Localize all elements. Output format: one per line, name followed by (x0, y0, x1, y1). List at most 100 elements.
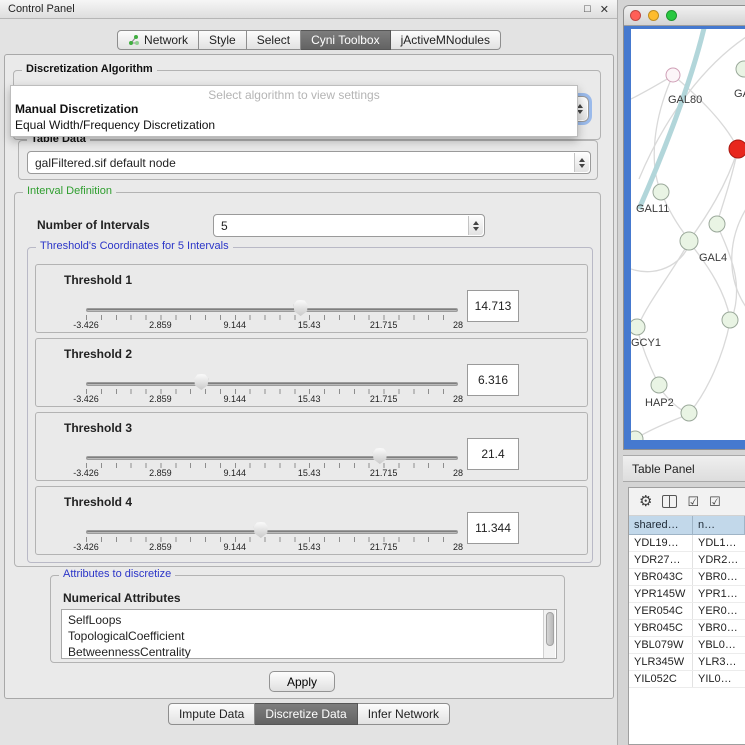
table-row[interactable]: YBR045CYBR0… (629, 620, 745, 637)
network-node[interactable] (666, 68, 680, 82)
slider-track[interactable] (86, 530, 458, 534)
popup-option-manual-discretization[interactable]: Manual Discretization (11, 101, 577, 117)
scrollbar-thumb[interactable] (546, 612, 554, 646)
close-icon[interactable]: ✕ (600, 3, 609, 16)
threshold-3-panel: Threshold 3 -3.4262.8599.14415.4321.7152… (35, 412, 588, 481)
threshold-1-slider[interactable]: -3.4262.8599.14415.4321.71528 (86, 295, 458, 333)
float-window-icon[interactable]: □ (584, 3, 591, 15)
threshold-4-slider[interactable]: -3.4262.8599.14415.4321.71528 (86, 517, 458, 555)
attribute-list-item[interactable]: SelfLoops (68, 612, 542, 628)
apply-button[interactable]: Apply (269, 671, 335, 692)
network-node[interactable] (736, 61, 745, 77)
scale-label: 9.144 (224, 468, 247, 478)
threshold-value-field[interactable]: 21.4 (467, 438, 519, 470)
num-intervals-label: Number of Intervals (37, 218, 150, 232)
network-node[interactable] (681, 405, 697, 421)
network-node[interactable] (631, 431, 643, 440)
select-all-checkbox-icon[interactable]: ☑ (687, 495, 699, 508)
tab-label: Network (144, 33, 188, 47)
scale-label: -3.426 (73, 320, 99, 330)
network-node[interactable] (631, 319, 645, 335)
table-cell: YIL052C (629, 671, 693, 687)
tab-style[interactable]: Style (199, 30, 247, 50)
table-row[interactable]: YDR27…YDR2… (629, 552, 745, 569)
node-label: GAL11 (636, 203, 669, 215)
combo-stepper-icon[interactable] (468, 216, 483, 235)
threshold-value-field[interactable]: 6.316 (467, 364, 519, 396)
popup-option-equal-width-frequency[interactable]: Equal Width/Frequency Discretization (11, 117, 577, 133)
tab-label: Impute Data (179, 707, 244, 721)
threshold-1-panel: Threshold 1 -3.4262.8599.14415.4321.7152… (35, 264, 588, 333)
table-row[interactable]: YBR043CYBR0… (629, 569, 745, 586)
attributes-listbox[interactable]: SelfLoopsTopologicalCoefficientBetweenne… (61, 609, 557, 659)
network-canvas[interactable]: GAL80 GA GAL11 GAL4 GCY1 HAP2 (631, 29, 745, 440)
slider-thumb[interactable] (373, 448, 387, 464)
threshold-4-panel: Threshold 4 -3.4262.8599.14415.4321.7152… (35, 486, 588, 555)
combo-value: 5 (221, 219, 228, 233)
group-title: Discretization Algorithm (22, 63, 157, 75)
tab-jactivemnodules[interactable]: jActiveMNodules (391, 30, 501, 50)
top-tab-bar: Network Style Select Cyni Toolbox jActiv… (0, 30, 618, 50)
network-node[interactable] (680, 232, 698, 250)
network-node[interactable] (653, 184, 669, 200)
scale-label: 21.715 (370, 468, 398, 478)
threshold-label: Threshold 2 (64, 347, 132, 361)
tab-cyni-toolbox[interactable]: Cyni Toolbox (301, 30, 390, 50)
thick-edge[interactable] (639, 29, 705, 209)
attribute-list-item[interactable]: TopologicalCoefficient (68, 628, 542, 644)
slider-thumb[interactable] (254, 522, 268, 538)
threshold-value-field[interactable]: 11.344 (467, 512, 519, 544)
scale-label: 2.859 (149, 394, 172, 404)
tab-label: Select (257, 33, 290, 47)
network-node[interactable] (709, 216, 725, 232)
slider-track[interactable] (86, 456, 458, 460)
network-node[interactable] (722, 312, 738, 328)
gear-icon[interactable]: ⚙ (639, 494, 652, 509)
slider-track[interactable] (86, 382, 458, 386)
threshold-3-slider[interactable]: -3.4262.8599.14415.4321.71528 (86, 443, 458, 481)
combo-stepper-icon[interactable] (574, 153, 589, 172)
table-row[interactable]: YER054CYER0… (629, 603, 745, 620)
scale-label: -3.426 (73, 542, 99, 552)
tab-discretize-data[interactable]: Discretize Data (255, 703, 357, 725)
table-row[interactable]: YLR345WYLR3… (629, 654, 745, 671)
table-row[interactable]: YIL052CYIL0… (629, 671, 745, 688)
table-row[interactable]: YPR145WYPR1… (629, 586, 745, 603)
zoom-traffic-light-icon[interactable] (666, 10, 677, 21)
table-row[interactable]: YBL079WYBL0… (629, 637, 745, 654)
close-traffic-light-icon[interactable] (630, 10, 641, 21)
slider-thumb[interactable] (194, 374, 208, 390)
combo-value: galFiltered.sif default node (35, 156, 176, 170)
scale-label: 9.144 (224, 394, 247, 404)
group-title: Threshold's Coordinates for 5 Intervals (36, 240, 233, 252)
threshold-value-field[interactable]: 14.713 (467, 290, 519, 322)
network-window-titlebar (624, 6, 745, 26)
tab-infer-network[interactable]: Infer Network (358, 703, 450, 725)
attributes-scrollbar[interactable] (543, 610, 555, 658)
table-cell: YLR345W (629, 654, 693, 670)
network-graph: GAL80 GA GAL11 GAL4 GCY1 HAP2 (631, 29, 745, 440)
interval-definition-group: Interval Definition Number of Intervals … (14, 192, 601, 567)
network-node[interactable] (651, 377, 667, 393)
cyni-toolbox-panel: Discretization Algorithm Select algorith… (4, 54, 614, 699)
tab-network[interactable]: Network (117, 30, 199, 50)
minimize-traffic-light-icon[interactable] (648, 10, 659, 21)
node-label: GAL80 (668, 94, 702, 106)
table-row[interactable]: YDL19…YDL1… (629, 535, 745, 552)
tab-impute-data[interactable]: Impute Data (168, 703, 255, 725)
column-header-shared[interactable]: shared… (629, 516, 693, 535)
threshold-2-slider[interactable]: -3.4262.8599.14415.4321.71528 (86, 369, 458, 407)
column-header-name[interactable]: n… (693, 516, 745, 535)
table-data-combobox[interactable]: galFiltered.sif default node (27, 151, 591, 174)
scale-label: 15.43 (298, 468, 321, 478)
tab-label: Style (209, 33, 236, 47)
tab-select[interactable]: Select (247, 30, 301, 50)
table-cell: YLR3… (693, 654, 745, 670)
slider-thumb[interactable] (294, 300, 308, 316)
attribute-list-item[interactable]: BetweennessCentrality (68, 644, 542, 659)
slider-track[interactable] (86, 308, 458, 312)
num-intervals-combobox[interactable]: 5 (213, 214, 485, 237)
show-columns-icon[interactable] (662, 495, 677, 508)
unselect-all-checkbox-icon[interactable]: ☑ (709, 495, 721, 508)
selected-network-node[interactable] (729, 140, 745, 158)
